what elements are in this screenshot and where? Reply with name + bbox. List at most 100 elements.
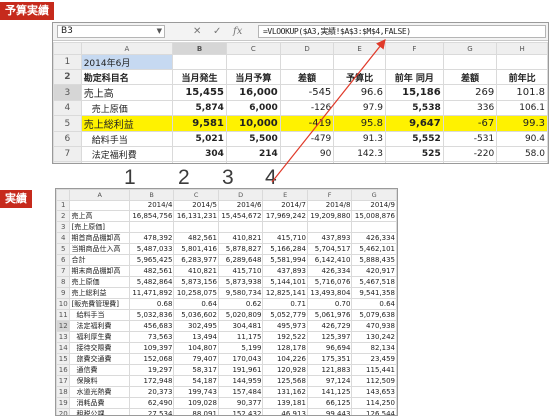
- cell[interactable]: 5,021: [172, 131, 227, 147]
- cell[interactable]: 104,807: [173, 342, 219, 355]
- cell[interactable]: 5,032,836: [128, 309, 175, 322]
- cell[interactable]: 給料手当: [69, 309, 130, 322]
- row-header[interactable]: 8: [53, 161, 82, 163]
- cell[interactable]: 通信費: [69, 364, 130, 377]
- cell[interactable]: 128,178: [262, 342, 308, 355]
- cell[interactable]: 期首商品棚卸高: [69, 232, 130, 245]
- cell[interactable]: 水道光熱費: [69, 386, 130, 399]
- cell[interactable]: [217, 221, 264, 234]
- cell[interactable]: 175,351: [306, 353, 353, 366]
- cell[interactable]: 5,061,976: [306, 309, 353, 322]
- cell[interactable]: -220: [442, 146, 498, 162]
- cell[interactable]: 差額: [442, 69, 498, 85]
- row-header[interactable]: 5: [53, 115, 82, 132]
- row-header[interactable]: 13: [56, 331, 71, 344]
- cell[interactable]: 470,938: [351, 320, 397, 333]
- cell[interactable]: 接待交際費: [69, 342, 130, 355]
- cell[interactable]: 115,441: [351, 364, 397, 377]
- cell[interactable]: 13,494: [173, 331, 219, 344]
- cell[interactable]: [496, 54, 548, 70]
- cell[interactable]: [販売費管理費]: [69, 298, 130, 311]
- enter-icon[interactable]: ✓: [213, 25, 221, 38]
- cell[interactable]: 170,043: [217, 353, 264, 366]
- cell[interactable]: 11.8: [333, 161, 386, 163]
- cell[interactable]: 2014/5: [173, 199, 219, 212]
- column-header[interactable]: A: [80, 42, 174, 55]
- cell[interactable]: 99: [384, 161, 444, 163]
- cell[interactable]: 売上総利益: [69, 287, 130, 300]
- cell[interactable]: 482,561: [173, 232, 219, 245]
- cell[interactable]: -531: [442, 131, 498, 147]
- cell[interactable]: 58,317: [173, 364, 219, 377]
- cell[interactable]: 482,561: [128, 265, 175, 278]
- row-header[interactable]: 16: [56, 364, 71, 377]
- cell[interactable]: 5,874: [172, 100, 227, 116]
- cell[interactable]: 90: [279, 146, 335, 162]
- cell[interactable]: 福利厚生費: [80, 161, 174, 163]
- cell[interactable]: 5,888,435: [351, 254, 397, 267]
- cell[interactable]: -545: [279, 84, 335, 101]
- row-header[interactable]: 4: [53, 100, 82, 116]
- cell[interactable]: 差額: [279, 69, 335, 85]
- row-header[interactable]: 19: [56, 397, 71, 410]
- cell[interactable]: 6,000: [225, 100, 281, 116]
- cell[interactable]: 101.8: [496, 84, 548, 101]
- cell[interactable]: 114,250: [351, 397, 397, 410]
- cell[interactable]: 11.3: [496, 161, 548, 163]
- cell[interactable]: -84: [279, 161, 335, 163]
- cell[interactable]: 126,544: [351, 408, 397, 415]
- function-icon[interactable]: fx: [233, 25, 242, 38]
- cell[interactable]: 5,873,156: [173, 276, 219, 289]
- cell[interactable]: 437,893: [306, 232, 353, 245]
- cell[interactable]: 152,432: [217, 408, 264, 415]
- cell[interactable]: 5,704,517: [306, 243, 353, 256]
- cell[interactable]: [384, 54, 444, 70]
- row-header[interactable]: 15: [56, 353, 71, 366]
- cell[interactable]: 5,467,518: [351, 276, 397, 289]
- row-header[interactable]: 5: [56, 243, 71, 256]
- column-header[interactable]: D: [217, 189, 264, 201]
- cell[interactable]: 420,917: [351, 265, 397, 278]
- cell[interactable]: [69, 199, 130, 212]
- cell[interactable]: 302,495: [173, 320, 219, 333]
- cell[interactable]: 214: [225, 146, 281, 162]
- cell[interactable]: 125,397: [306, 331, 353, 344]
- cell[interactable]: 2014/9: [351, 199, 397, 212]
- row-header[interactable]: 20: [56, 408, 71, 415]
- cell[interactable]: 15,008,876: [351, 210, 397, 223]
- cell[interactable]: 62,490: [128, 397, 175, 410]
- cell[interactable]: 9,541,358: [351, 287, 397, 300]
- cell[interactable]: 期末商品棚卸高: [69, 265, 130, 278]
- cell[interactable]: 16,131,231: [173, 210, 219, 223]
- cell[interactable]: 478,392: [128, 232, 175, 245]
- cell[interactable]: -419: [279, 115, 335, 132]
- cell[interactable]: 消耗品費: [69, 397, 130, 410]
- row-header[interactable]: 6: [53, 131, 82, 147]
- cell[interactable]: 売上高: [69, 210, 130, 223]
- cell[interactable]: 97,124: [306, 375, 353, 388]
- cell[interactable]: [売上原価]: [69, 221, 130, 234]
- cell[interactable]: 福利厚生費: [69, 331, 130, 344]
- cell[interactable]: 130,242: [351, 331, 397, 344]
- cell[interactable]: 91.3: [333, 131, 386, 147]
- cell[interactable]: 410,821: [217, 232, 264, 245]
- cell[interactable]: 95: [225, 161, 281, 163]
- cell[interactable]: [225, 54, 281, 70]
- column-header[interactable]: G: [351, 189, 397, 201]
- cell[interactable]: 当月発生: [172, 69, 227, 85]
- cell[interactable]: 90,377: [217, 397, 264, 410]
- cell[interactable]: 10,000: [225, 115, 281, 132]
- cell[interactable]: 437,893: [262, 265, 308, 278]
- cell[interactable]: 191,961: [217, 364, 264, 377]
- cell[interactable]: 426,334: [306, 265, 353, 278]
- row-header[interactable]: 3: [56, 221, 71, 234]
- column-header[interactable]: B: [172, 42, 227, 55]
- cell[interactable]: 415,710: [262, 232, 308, 245]
- cell[interactable]: 131,162: [262, 386, 308, 399]
- cell[interactable]: 2014/8: [306, 199, 353, 212]
- cell[interactable]: 23,459: [351, 353, 397, 366]
- cell[interactable]: [351, 221, 397, 234]
- cell[interactable]: 96,694: [306, 342, 353, 355]
- cell[interactable]: 20,373: [128, 386, 175, 399]
- cell[interactable]: 97.9: [333, 100, 386, 116]
